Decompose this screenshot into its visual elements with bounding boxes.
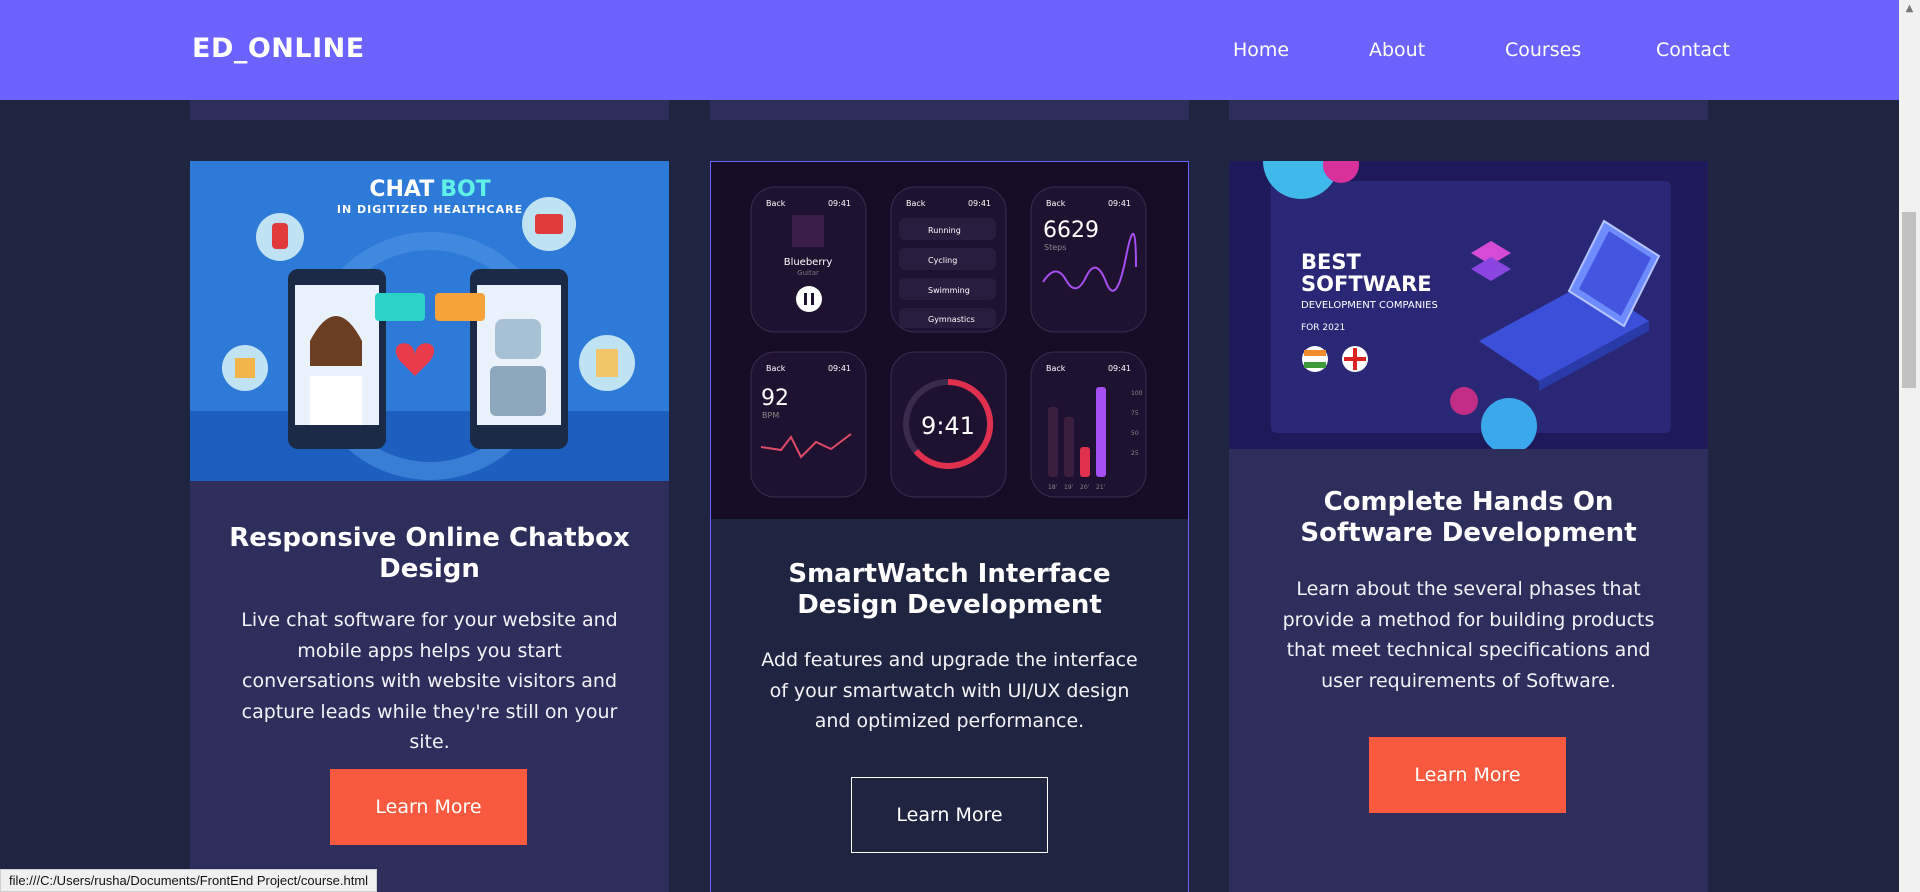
vertical-scrollbar[interactable]: ▲ xyxy=(1899,0,1920,892)
chatbot-heading: CHAT xyxy=(369,177,434,202)
learn-more-button[interactable]: Learn More xyxy=(851,777,1048,853)
watch-axis-label: 100 xyxy=(1131,390,1143,397)
watch-back-label: Back xyxy=(766,364,786,373)
watch-axis-label: 25 xyxy=(1131,450,1139,457)
nav-home-link[interactable]: Home xyxy=(1233,39,1289,61)
chatbot-healthcare-image: CHAT BOT IN DIGITIZED HEALTHCARE xyxy=(190,161,669,481)
scroll-up-arrow-icon[interactable]: ▲ xyxy=(1899,0,1920,17)
previous-card-bottom xyxy=(710,98,1189,120)
watch-activity: Gymnastics xyxy=(928,315,975,324)
banner-line-4: FOR 2021 xyxy=(1301,323,1345,333)
software-development-image: BEST SOFTWARE DEVELOPMENT COMPANIES FOR … xyxy=(1229,161,1708,449)
chatbot-heading-accent: BOT xyxy=(440,177,490,202)
watch-back-label: Back xyxy=(766,199,786,208)
scrollbar-thumb[interactable] xyxy=(1902,212,1916,388)
course-description: Learn about the several phases that prov… xyxy=(1282,578,1655,692)
brand-logo[interactable]: ED_ONLINE xyxy=(192,33,365,64)
watch-bpm-value: 92 xyxy=(761,386,789,411)
watch-time-label: 09:41 xyxy=(828,364,851,373)
navbar: ED_ONLINE Home About Courses Contact xyxy=(0,0,1899,100)
watch-bpm-label: BPM xyxy=(762,411,779,420)
course-description: Add features and upgrade the interface o… xyxy=(761,649,1138,732)
nav-contact-link[interactable]: Contact xyxy=(1656,39,1730,61)
banner-line-1: BEST xyxy=(1301,250,1361,274)
watch-big-time: 9:41 xyxy=(921,412,975,440)
watch-artist-label: Guitar xyxy=(797,269,819,277)
watch-back-label: Back xyxy=(1046,364,1066,373)
watch-axis-label: 75 xyxy=(1131,410,1139,417)
watch-song-label: Blueberry xyxy=(784,257,833,268)
course-title: SmartWatch Interface Design Development xyxy=(788,559,1111,620)
watch-steps-value: 6629 xyxy=(1043,218,1099,243)
watch-activity: Running xyxy=(928,226,961,235)
watch-back-label: Back xyxy=(906,199,926,208)
watch-back-label: Back xyxy=(1046,199,1066,208)
previous-card-bottom xyxy=(190,98,669,120)
watch-activity: Cycling xyxy=(928,256,957,265)
chatbot-subheading: IN DIGITIZED HEALTHCARE xyxy=(337,203,523,216)
svg-text:CHATBOT: CHAT BOT xyxy=(369,177,490,202)
nav-about-link[interactable]: About xyxy=(1369,39,1425,61)
smartwatch-interface-image: Back 09:41 Blueberry Guitar Back 09:41 R… xyxy=(711,162,1188,519)
banner-line-3: DEVELOPMENT COMPANIES xyxy=(1301,300,1438,311)
watch-steps-label: Steps xyxy=(1044,243,1066,252)
watch-axis-label: 19' xyxy=(1064,484,1074,491)
watch-time-label: 09:41 xyxy=(1108,199,1131,208)
nav-courses-link[interactable]: Courses xyxy=(1505,39,1581,61)
learn-more-button[interactable]: Learn More xyxy=(1369,737,1566,813)
banner-line-2: SOFTWARE xyxy=(1301,272,1432,296)
watch-axis-label: 20' xyxy=(1080,484,1090,491)
course-card-software: BEST SOFTWARE DEVELOPMENT COMPANIES FOR … xyxy=(1229,161,1708,892)
watch-time-label: 09:41 xyxy=(968,199,991,208)
watch-time-label: 09:41 xyxy=(828,199,851,208)
watch-axis-label: 18' xyxy=(1048,484,1058,491)
watch-axis-label: 50 xyxy=(1131,430,1139,437)
course-card-chatbox: CHAT BOT IN DIGITIZED HEALTHCARE Responsi… xyxy=(190,161,669,892)
course-description: Live chat software for your website and … xyxy=(241,609,618,753)
watch-time-label: 09:41 xyxy=(1108,364,1131,373)
learn-more-button[interactable]: Learn More xyxy=(330,769,527,845)
course-card-smartwatch: Back 09:41 Blueberry Guitar Back 09:41 R… xyxy=(710,161,1189,892)
course-title: Responsive Online Chatbox Design xyxy=(229,523,630,584)
browser-status-url: file:///C:/Users/rusha/Documents/FrontEn… xyxy=(0,869,378,892)
previous-card-bottom xyxy=(1229,98,1708,120)
course-title: Complete Hands On Software Development xyxy=(1300,487,1637,548)
watch-activity: Swimming xyxy=(928,286,970,295)
watch-axis-label: 21' xyxy=(1096,484,1106,491)
